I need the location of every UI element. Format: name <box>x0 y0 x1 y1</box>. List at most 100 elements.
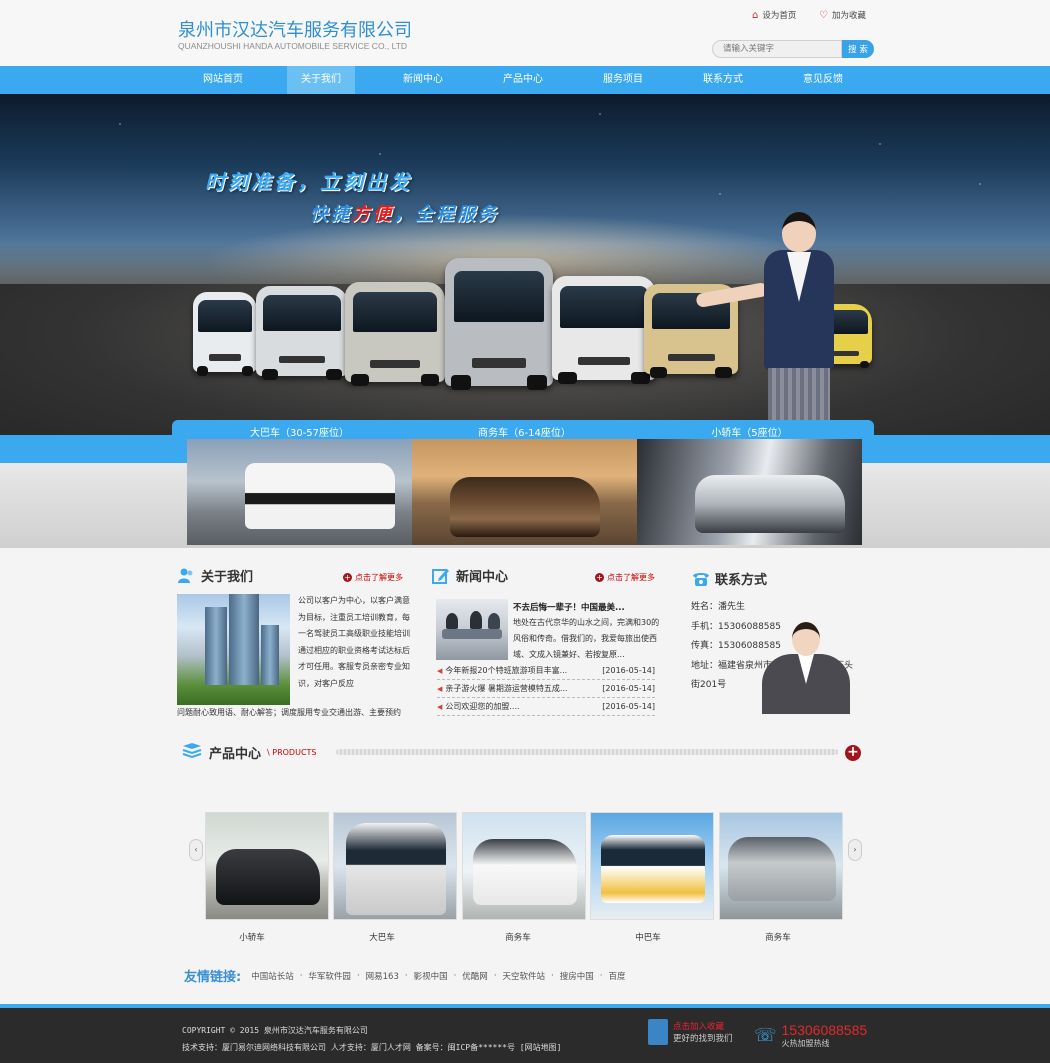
about-text: 公司以客户为中心，以客户满意为目标，注重员工培训教育，每一名驾驶员工高级职业技能… <box>298 596 410 688</box>
category-label-mpv[interactable]: 商务车（6-14座位） <box>412 424 637 439</box>
news-item-date: [2016-05-14] <box>602 666 655 675</box>
products-divider <box>336 749 838 755</box>
add-favorite-label: 加为收藏 <box>831 11 866 21</box>
search-box: 搜 索 <box>712 40 874 58</box>
bus-image <box>552 276 656 384</box>
footer <box>0 1008 1050 1063</box>
nav-home[interactable]: 网站首页 <box>189 66 257 94</box>
megaphone-icon: ◀ <box>437 685 443 693</box>
phone-icon <box>691 570 709 588</box>
product-label[interactable]: 中巴车 <box>586 931 710 943</box>
agent-photo <box>758 618 854 714</box>
nav-news[interactable]: 新闻中心 <box>389 66 457 94</box>
category-image-mpv[interactable] <box>412 439 637 545</box>
footer-copyright: COPYRIGHT © 2015 泉州市汉达汽车服务有限公司 <box>182 1026 368 1035</box>
about-more-label: 点击了解更多 <box>355 573 403 582</box>
megaphone-icon: ◀ <box>437 667 443 675</box>
friend-link[interactable]: 中国站长站 <box>251 970 294 982</box>
category-image-sedan[interactable] <box>637 439 862 545</box>
category-label-sedan[interactable]: 小轿车（5座位） <box>637 424 862 439</box>
hero-banner: 时刻准备，立刻出发 快捷方便，全程服务 <box>0 94 1050 448</box>
product-card-mpv[interactable] <box>462 812 586 920</box>
news-more-link[interactable]: + 点击了解更多 <box>595 572 655 583</box>
product-label[interactable]: 商务车 <box>716 931 840 943</box>
news-summary: 地处在古代京华的山水之间，完满和30的风俗和传奇。借我们的，我爱每旅出使西域、文… <box>513 618 660 659</box>
contact-title: 联系方式 <box>715 573 768 588</box>
category-image-bus[interactable] <box>187 439 412 545</box>
home-icon: ⌂ <box>752 9 759 21</box>
nav-services[interactable]: 服务项目 <box>589 66 657 94</box>
bus-image <box>445 258 553 390</box>
nav-contact[interactable]: 联系方式 <box>689 66 757 94</box>
products-more-button[interactable]: + <box>845 745 861 761</box>
slogan-part-a: 快捷 <box>310 204 352 225</box>
product-card-mpv-2[interactable] <box>719 812 843 920</box>
products-section-title: 产品中心 \ PRODUCTS <box>181 742 317 763</box>
product-label[interactable]: 大巴车 <box>320 931 444 943</box>
product-card-bus[interactable] <box>333 812 457 920</box>
friend-link[interactable]: 影视中国 <box>414 970 448 982</box>
about-more-link[interactable]: + 点击了解更多 <box>343 572 403 583</box>
bus-image <box>193 292 257 376</box>
footer-favorite-label: 点击加入收藏 <box>673 1022 725 1032</box>
about-section-title: 关于我们 <box>177 566 253 585</box>
set-home-link[interactable]: ⌂ 设为首页 <box>752 9 797 22</box>
footer-hotline: ☏ 15306088585 火热加盟热线 <box>754 1022 867 1049</box>
contact-section-title: 联系方式 <box>691 569 767 588</box>
phone-icon: ☏ <box>754 1025 777 1046</box>
friend-links-title: 友情链接: <box>184 970 242 985</box>
users-icon <box>177 567 195 585</box>
friend-link[interactable]: 网易163 <box>366 970 399 982</box>
hostess-figure <box>695 212 840 448</box>
product-label[interactable]: 小轿车 <box>190 931 314 943</box>
plus-icon: + <box>595 573 604 582</box>
slogan-line-2: 快捷方便，全程服务 <box>310 200 499 226</box>
nav-feedback[interactable]: 意见反馈 <box>789 66 857 94</box>
contact-name: 姓名：潘先生 <box>691 602 746 612</box>
footer-favorite-sub: 更好的找到我们 <box>673 1034 733 1044</box>
news-headline[interactable]: 不去后悔一辈子！中国最美... <box>513 601 625 613</box>
nav-products[interactable]: 产品中心 <box>489 66 557 94</box>
product-card-minibus[interactable] <box>590 812 714 920</box>
friend-link[interactable]: 华军软件园 <box>308 970 351 982</box>
logo-subtitle: QUANZHOUSHI HANDA AUTOMOBILE SERVICE CO.… <box>178 41 408 51</box>
carousel-prev-button[interactable]: ‹ <box>189 839 203 861</box>
news-list-item[interactable]: ◀ 公司欢迎您的加盟.... [2016-05-14] <box>437 698 655 716</box>
category-label-bus[interactable]: 大巴车（30-57座位） <box>187 424 412 439</box>
stack-icon <box>181 742 203 763</box>
news-item-title: 亲子游火爆 暑期游运营模特五成... <box>445 684 568 693</box>
main-nav: 网站首页 关于我们 新闻中心 产品中心 服务项目 联系方式 意见反馈 <box>0 66 1050 94</box>
carousel-next-button[interactable]: › <box>848 839 862 861</box>
nav-about[interactable]: 关于我们 <box>287 66 355 94</box>
footer-phone-sub: 火热加盟热线 <box>781 1039 830 1048</box>
news-item-date: [2016-05-14] <box>602 702 655 711</box>
news-section-title: 新闻中心 <box>432 566 508 585</box>
slogan-part-b: ，全程服务 <box>394 204 499 225</box>
footer-credits: 技术支持：厦门易尔迪网络科技有限公司 人才支持：厦门人才网 备案号：闽ICP备*… <box>182 1043 562 1052</box>
slogan-part-red: 方便 <box>352 204 394 225</box>
products-title: 产品中心 <box>209 747 262 762</box>
footer-phone-number[interactable]: 15306088585 <box>782 1022 868 1038</box>
news-title: 新闻中心 <box>456 570 509 585</box>
product-card-sedan[interactable] <box>205 812 329 920</box>
edit-icon <box>432 567 450 585</box>
heart-icon: ♡ <box>819 9 828 21</box>
friend-link[interactable]: 百度 <box>608 970 625 982</box>
news-list-item[interactable]: ◀ 今年新报20个特班旅游项目丰富... [2016-05-14] <box>437 662 655 680</box>
friend-link[interactable]: 搜房中国 <box>560 970 594 982</box>
friend-link[interactable]: 天空软件站 <box>503 970 546 982</box>
search-input[interactable] <box>712 40 842 58</box>
bus-image <box>256 286 348 380</box>
news-image[interactable] <box>436 599 508 660</box>
news-more-label: 点击了解更多 <box>607 573 655 582</box>
set-home-label: 设为首页 <box>762 11 797 21</box>
add-favorite-link[interactable]: ♡ 加为收藏 <box>819 9 866 22</box>
logo-title[interactable]: 泉州市汉达汽车服务有限公司 <box>178 16 412 42</box>
footer-favorite-link[interactable]: 点击加入收藏 更好的找到我们 <box>648 1019 733 1045</box>
search-button[interactable]: 搜 索 <box>842 40 874 58</box>
product-label[interactable]: 商务车 <box>456 931 580 943</box>
friend-link[interactable]: 优酷网 <box>462 970 488 982</box>
bus-image <box>345 282 445 386</box>
news-list-item[interactable]: ◀ 亲子游火爆 暑期游运营模特五成... [2016-05-14] <box>437 680 655 698</box>
about-text-continued: 问题耐心致用语、耐心解答；调度服用专业交通出游、主要预约 <box>177 708 401 717</box>
